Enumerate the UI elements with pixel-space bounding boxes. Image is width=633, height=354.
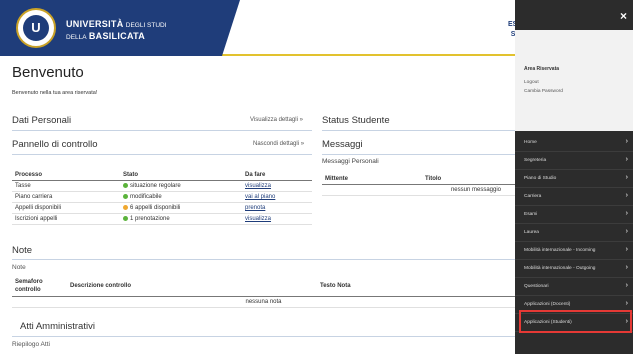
highlight-box [519,310,632,333]
col-processo: Processo [12,170,120,181]
stato-cell: modificabile [120,191,242,204]
menu-item-carriera[interactable]: Carriera › [515,188,633,206]
action-cell: visualizza [242,180,312,193]
divider [12,154,312,155]
pannello-table: Processo Stato Da fare Tasse situazione … [12,170,312,226]
processo-cell: Piano carriera [12,191,120,204]
chevron-right-icon: › [625,174,628,181]
col-descrizione: Descrizione controllo [67,276,317,297]
status-warning-icon [123,205,128,211]
menu-item-mobilita-outgoing[interactable]: Mobilità internazionale - Outgoing › [515,260,633,278]
chevron-right-icon: › [625,228,628,235]
status-ok-icon [123,194,128,200]
table-row: Iscrizioni appelli 1 prenotazione visual… [12,213,312,226]
menu-top-bar: × [515,0,633,30]
divider [12,130,312,131]
processo-cell: Tasse [12,180,120,193]
prenota-link[interactable]: prenota [245,205,265,211]
visualizza-iscrizioni-link[interactable]: visualizza [245,216,271,222]
menu-item-home[interactable]: Home › [515,134,633,152]
chevron-right-icon: › [625,210,628,217]
messaggi-table: Mittente Titolo nessun messaggio [322,174,515,196]
table-row: nessuna nota [12,296,515,308]
chevron-right-icon: › [625,300,628,307]
chevron-right-icon: › [625,156,628,163]
dati-personali-details-link[interactable]: Visualizza dettagli » [250,117,303,123]
col-stato: Stato [120,170,242,181]
table-header-row: Semaforo controllo Descrizione controllo… [12,276,515,297]
table-row: nessun messaggio [322,184,515,196]
chevron-right-icon: › [625,192,628,199]
side-menu: × Area Riservata Logout Cambia Password … [515,0,633,354]
menu-item-piano-di-studio[interactable]: Piano di Studio › [515,170,633,188]
table-row: Piano carriera modificabile vai al piano [12,191,312,204]
chevron-right-icon: › [625,138,628,145]
menu-item-laurea[interactable]: Laurea › [515,224,633,242]
university-logo-icon[interactable]: U [16,8,56,48]
page-title: Benvenuto [12,64,84,81]
divider [322,130,515,131]
divider [12,259,515,260]
atti-subtitle: Riepilogo Atti [12,341,50,348]
messaggi-personali-label: Messaggi Personali [322,158,379,165]
action-cell: prenota [242,202,312,215]
table-header-row: Mittente Titolo [322,174,515,185]
action-cell: visualizza [242,213,312,226]
col-mittente: Mittente [322,174,422,185]
logo-monogram: U [23,15,49,41]
status-ok-icon [123,216,128,222]
table-header-row: Processo Stato Da fare [12,170,312,181]
vai-al-piano-link[interactable]: vai al piano [245,194,275,200]
col-titolo: Titolo [422,174,515,185]
stato-cell: 1 prenotazione [120,213,242,226]
section-status-studente-title: Status Studente [322,115,390,126]
processo-cell: Appelli disponibili [12,202,120,215]
section-pannello-title: Pannello di controllo [12,139,98,150]
stato-cell: situazione regolare [120,180,242,193]
note-table: Semaforo controllo Descrizione controllo… [12,276,515,308]
empty-note-cell: nessuna nota [12,296,515,308]
col-da-fare: Da fare [242,170,312,181]
col-semaforo: Semaforo controllo [12,276,67,297]
table-row: Tasse situazione regolare visualizza [12,180,312,193]
close-icon[interactable]: × [620,9,627,23]
empty-message-cell: nessun messaggio [322,184,515,196]
status-ok-icon [123,183,128,188]
divider [12,336,515,337]
note-label: Note [12,264,26,271]
section-dati-personali-title: Dati Personali [12,115,72,126]
section-note-title: Note [12,245,33,256]
processo-cell: Iscrizioni appelli [12,213,120,226]
section-messaggi-title: Messaggi [322,139,363,150]
area-riservata-title: Area Riservata [524,66,560,72]
stato-cell: 6 appelli disponibili [120,202,242,215]
logout-link[interactable]: Logout [524,80,539,85]
page-subtitle: Benvenuto nella tua area riservata! [12,90,98,96]
visualizza-tasse-link[interactable]: visualizza [245,183,271,189]
divider [322,154,515,155]
chevron-right-icon: › [625,246,628,253]
change-password-link[interactable]: Cambia Password [524,89,563,94]
menu-item-esami[interactable]: Esami › [515,206,633,224]
action-cell: vai al piano [242,191,312,204]
table-row: Appelli disponibili 6 appelli disponibil… [12,202,312,215]
chevron-right-icon: › [625,264,628,271]
menu-item-questionari[interactable]: Questionari › [515,278,633,296]
col-testo-nota: Testo Nota [317,276,515,297]
chevron-right-icon: › [625,282,628,289]
university-name: UNIVERSITÀ DEGLI STUDI DELLA BASILICATA [66,19,167,41]
menu-item-segreteria[interactable]: Segreteria › [515,152,633,170]
menu-item-mobilita-incoming[interactable]: Mobilità internazionale - Incoming › [515,242,633,260]
pannello-hide-details-link[interactable]: Nascondi dettagli » [253,141,304,147]
section-atti-title: Atti Amministrativi [20,321,95,332]
